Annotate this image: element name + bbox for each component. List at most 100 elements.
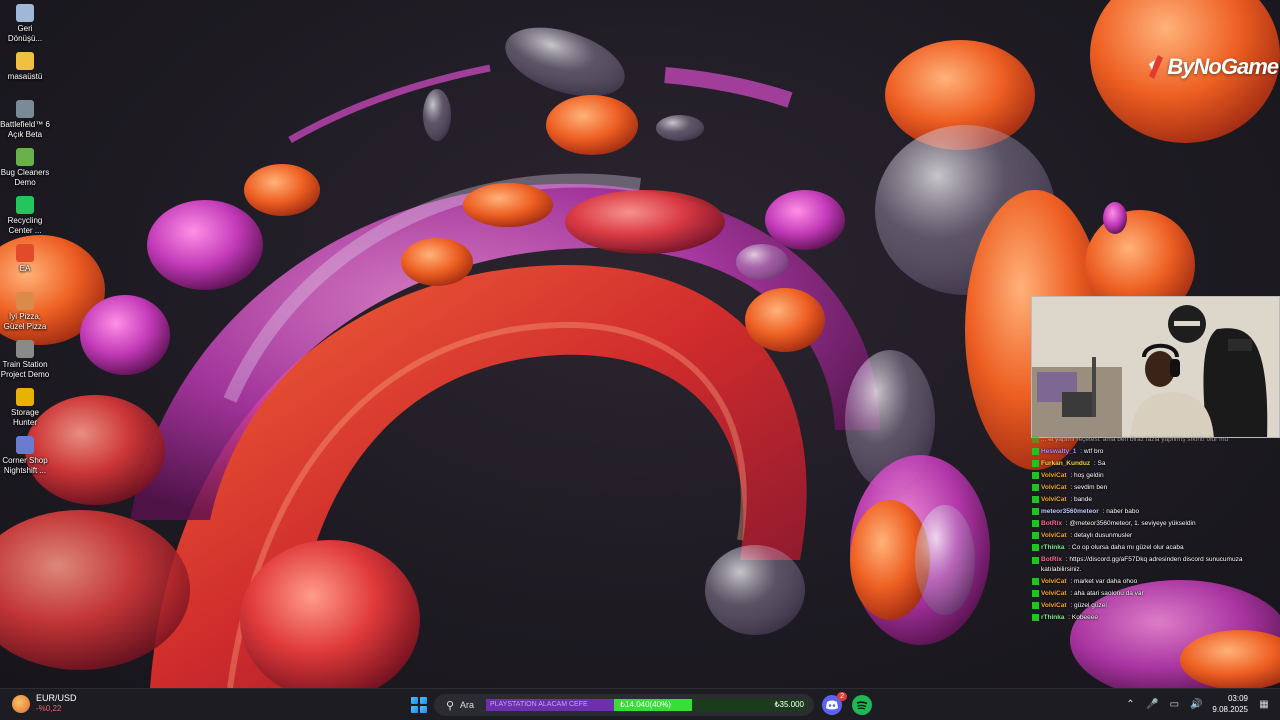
battlefield-icon <box>16 100 34 118</box>
start-button[interactable] <box>411 697 427 713</box>
desktop-icon[interactable]: Bug Cleaners Demo <box>0 148 50 188</box>
discord-badge: 2 <box>837 692 847 701</box>
desktop-icon-label: Battlefield™ 6 Açık Beta <box>0 120 50 139</box>
search-icon: ⚲ <box>445 699 455 712</box>
chat-username: rThinka <box>1041 614 1065 621</box>
chat-text: Sa <box>1097 460 1106 467</box>
chat-message: BotRix : https://discord.gg/aF57Dkq adre… <box>1032 554 1280 576</box>
chat-message-body: VolviCat : detaylı dusunmusler <box>1041 532 1133 539</box>
chat-message-body: rThinka : Kobeeee <box>1041 614 1098 621</box>
chat-username: Furkan_Kunduz <box>1041 460 1091 467</box>
chat-message-body: ... el yapımı reçetesi. ama ben biraz fa… <box>1041 434 1228 446</box>
market-widget-icon <box>12 694 30 713</box>
chat-text: @meteor3560meteor, 1. seviyeye yükseldin <box>1069 520 1196 527</box>
donation-goal-title: PLAYSTATION ALACAM CEFE <box>486 699 616 711</box>
pizza-icon <box>16 292 34 310</box>
chat-message: VolviCat : sevdim ben <box>1032 482 1280 494</box>
recycle-bin-icon <box>16 4 34 22</box>
chat-message-body: BotRix : @meteor3560meteor, 1. seviyeye … <box>1041 520 1196 527</box>
desktop-icon[interactable]: Train Station Project Demo <box>0 340 50 380</box>
desktop-icon[interactable]: Recycling Center ... <box>0 196 50 236</box>
bynogame-logo: ByNoGame <box>1146 54 1279 80</box>
chat-username: VolviCat <box>1041 532 1067 539</box>
chat-message: Heswalty_1 : wtf bro <box>1032 446 1280 458</box>
desktop-icon[interactable]: EA <box>0 244 50 274</box>
desktop-icon-label: EA <box>19 264 31 273</box>
chat-username: Heswalty_1 <box>1041 448 1077 455</box>
spotify-icon[interactable] <box>852 695 872 715</box>
chat-username: rThinka <box>1041 544 1065 551</box>
chat-badge-icon <box>1032 460 1039 467</box>
chat-text: detaylı dusunmusler <box>1073 532 1133 539</box>
chat-message-body: VolviCat : hoş geldin <box>1041 472 1104 479</box>
desktop-icon[interactable]: Battlefield™ 6 Açık Beta <box>0 100 50 140</box>
desktop-icon-label: İyi Pizza, Güzel Pizza <box>3 312 47 331</box>
chat-badge-icon <box>1032 448 1039 455</box>
chat-badge-icon <box>1032 590 1039 597</box>
chat-text: https://discord.gg/aF57Dkq adresinden di… <box>1041 556 1243 573</box>
market-widget[interactable]: EUR/USD -%0,22 <box>12 693 77 714</box>
volume-icon[interactable]: 🔊 <box>1190 699 1202 710</box>
notification-icon[interactable]: ▦ <box>1258 699 1270 710</box>
bug-cleaners-icon <box>16 148 34 166</box>
chat-message-body: Heswalty_1 : wtf bro <box>1041 448 1104 455</box>
chat-username: VolviCat <box>1041 590 1067 597</box>
chat-badge-icon <box>1032 602 1039 609</box>
chat-badge-icon <box>1032 484 1039 491</box>
chat-message-body: BotRix : https://discord.gg/aF57Dkq adre… <box>1041 556 1243 573</box>
chat-username: VolviCat <box>1041 472 1067 479</box>
desktop-icon[interactable]: İyi Pizza, Güzel Pizza <box>0 292 50 332</box>
chat-username: VolviCat <box>1041 602 1067 609</box>
folder-icon <box>16 52 34 70</box>
chat-badge-icon <box>1032 496 1039 503</box>
network-icon[interactable]: ▭ <box>1168 699 1180 710</box>
desktop-icon[interactable]: masaüstü <box>0 52 50 82</box>
train-station-icon <box>16 340 34 358</box>
chat-username: meteor3560meteor <box>1041 508 1099 515</box>
desktop-icon[interactable]: Storage Hunter <box>0 388 50 428</box>
chat-message: rThinka : Kobeeee <box>1032 612 1280 624</box>
chat-message-body: VolviCat : market var daha ohoo <box>1041 578 1138 585</box>
search-box[interactable]: ⚲ Ara PLAYSTATION ALACAM CEFE ₺14.040(40… <box>434 694 814 716</box>
desktop-icon-label: Corner Shop Nightshift ... <box>2 456 48 475</box>
chat-message: VolviCat : aha atari saolonu da var <box>1032 588 1280 600</box>
chat-text: ... el yapımı reçetesi. ama ben biraz fa… <box>1041 436 1229 443</box>
chat-text: hoş geldin <box>1073 472 1104 479</box>
widget-value: -%0,22 <box>36 704 62 713</box>
chat-message: VolviCat : güzel güzel <box>1032 600 1280 612</box>
chevron-up-icon[interactable]: ⌃ <box>1124 699 1136 710</box>
clock[interactable]: 03:09 9.08.2025 <box>1212 693 1248 715</box>
storage-hunter-icon <box>16 388 34 406</box>
chat-message-body: VolviCat : bande <box>1041 496 1093 503</box>
desktop-icon[interactable]: Corner Shop Nightshift ... <box>0 436 50 476</box>
chat-badge-icon <box>1032 544 1039 551</box>
brand-text: ByNoGame <box>1167 54 1279 79</box>
chat-badge-icon <box>1032 472 1039 479</box>
chat-message: VolviCat : market var daha ohoo <box>1032 576 1280 588</box>
recycling-center-icon <box>16 196 34 214</box>
chat-username: VolviCat <box>1041 578 1067 585</box>
chat-message-body: Furkan_Kunduz : Sa <box>1041 460 1106 467</box>
desktop-icon[interactable]: Geri Dönüşü... <box>0 4 50 44</box>
clock-time: 03:09 <box>1227 694 1248 703</box>
chat-text: sevdim ben <box>1073 484 1108 491</box>
ea-icon <box>16 244 34 262</box>
chat-badge-icon <box>1032 614 1039 621</box>
chat-message: VolviCat : detaylı dusunmusler <box>1032 530 1280 542</box>
discord-icon[interactable]: 2 <box>822 692 847 715</box>
chat-username: BotRix <box>1041 556 1062 563</box>
microphone-icon[interactable]: 🎤 <box>1146 699 1158 710</box>
chat-message-body: VolviCat : aha atari saolonu da var <box>1041 590 1144 597</box>
chat-badge-icon <box>1032 520 1039 527</box>
chat-badge-icon <box>1032 436 1039 443</box>
desktop-icon-label: Storage Hunter <box>10 408 40 427</box>
corner-shop-icon <box>16 436 34 454</box>
chat-badge-icon <box>1032 508 1039 515</box>
chat-message: BotRix : @meteor3560meteor, 1. seviyeye … <box>1032 518 1280 530</box>
webcam-feed-image <box>1032 297 1279 437</box>
donation-progress-current: ₺14.040(40%) <box>620 700 671 709</box>
chat-text: naber babo <box>1106 508 1140 515</box>
desktop-icon-label: Train Station Project Demo <box>0 360 50 379</box>
chat-badge-icon <box>1032 557 1039 564</box>
chat-username: BotRix <box>1041 520 1062 527</box>
